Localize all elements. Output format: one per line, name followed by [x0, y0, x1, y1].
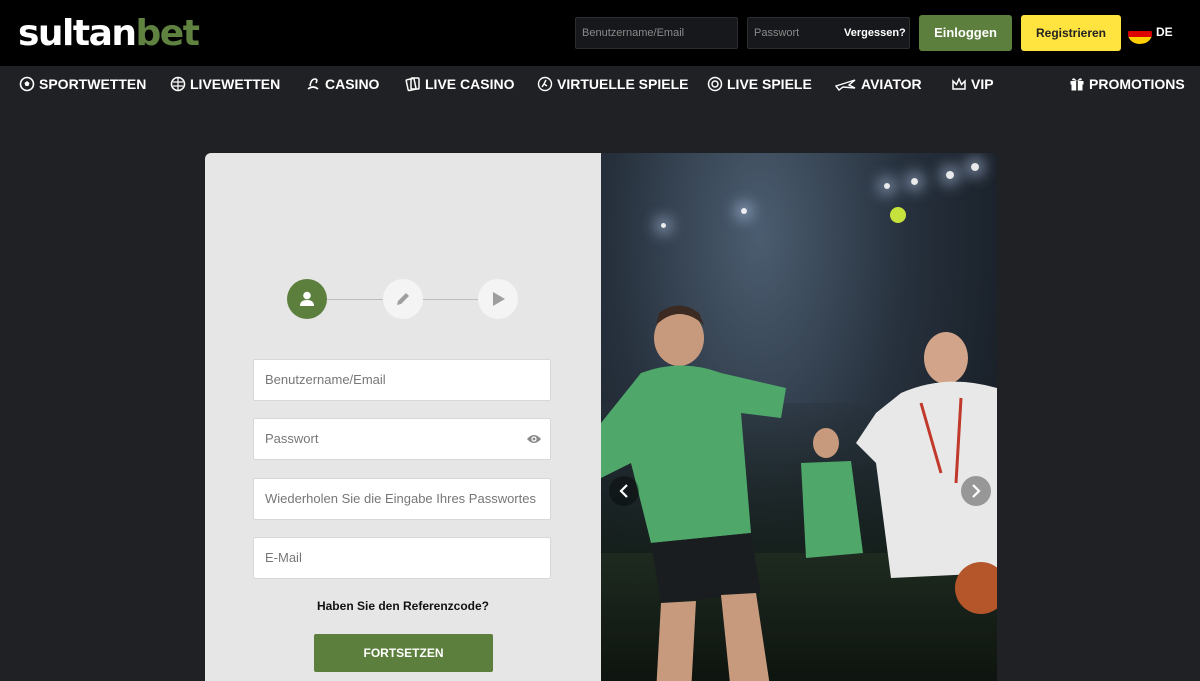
- nav-item-label: CASINO: [325, 76, 380, 92]
- password-input[interactable]: Passwort: [253, 418, 551, 460]
- username-email-input[interactable]: Benutzername/Email: [253, 359, 551, 401]
- live-ball-icon: [170, 69, 186, 92]
- promo-slider: [601, 153, 997, 681]
- nav-item-promotions[interactable]: PROMOTIONS: [1069, 66, 1185, 102]
- play-icon: [493, 292, 505, 306]
- stadium-light: [971, 163, 979, 171]
- nav-item-virtuelle-spiele[interactable]: VIRTUELLE SPIELE: [537, 66, 688, 102]
- nav-item-sportwetten[interactable]: SPORTWETTEN: [19, 66, 146, 102]
- nav-item-aviator[interactable]: AVIATOR: [834, 66, 922, 102]
- stadium-light: [884, 183, 890, 189]
- runner-icon: [537, 69, 553, 92]
- eye-icon[interactable]: [526, 432, 542, 446]
- user-icon: [300, 291, 314, 306]
- sultanbet-logo[interactable]: sultanbet: [18, 12, 200, 56]
- nav-item-label: LIVEWETTEN: [190, 76, 281, 92]
- referral-code-link[interactable]: Haben Sie den Referenzcode?: [205, 599, 601, 613]
- step-start: [478, 279, 518, 319]
- stadium-light: [661, 223, 666, 228]
- player-head: [813, 428, 839, 458]
- step-account: [287, 279, 327, 319]
- registration-card: Benutzername/Email Passwort Wiederholen …: [205, 153, 997, 681]
- player-head: [924, 332, 968, 384]
- soccer-ball-icon: [19, 69, 35, 92]
- chevron-right-icon: [972, 484, 981, 498]
- top-header: sultanbet Benutzername/Email Passwort Ve…: [0, 0, 1200, 66]
- nav-item-label: VIP: [971, 76, 994, 92]
- main-navigation: SPORTWETTEN LIVEWETTEN CASINO LIVE CASIN…: [0, 66, 1200, 102]
- casino-chip-icon: [305, 69, 321, 90]
- login-button[interactable]: Einloggen: [919, 15, 1012, 51]
- stadium-light: [741, 208, 747, 214]
- gift-icon: [1069, 69, 1085, 91]
- nav-item-label: LIVE SPIELE: [727, 76, 812, 92]
- athletes-illustration: [601, 305, 997, 681]
- nav-item-vip[interactable]: VIP: [951, 66, 994, 102]
- nav-item-label: LIVE CASINO: [425, 76, 515, 92]
- player-shorts: [651, 533, 761, 603]
- germany-flag-icon: [1128, 24, 1152, 44]
- crown-icon: [951, 69, 967, 90]
- nav-item-label: VIRTUELLE SPIELE: [557, 76, 689, 92]
- email-input[interactable]: E-Mail: [253, 537, 551, 579]
- nav-item-livewetten[interactable]: LIVEWETTEN: [170, 66, 280, 102]
- registration-steps: [287, 279, 519, 321]
- slider-next-button[interactable]: [961, 476, 991, 506]
- stadium-light: [911, 178, 918, 185]
- nav-item-live-casino[interactable]: LIVE CASINO: [405, 66, 514, 102]
- registration-form: Benutzername/Email Passwort Wiederholen …: [205, 153, 601, 681]
- player-legs: [656, 593, 770, 681]
- nav-item-casino[interactable]: CASINO: [305, 66, 379, 102]
- nav-item-live-spiele[interactable]: LIVE SPIELE: [707, 66, 812, 102]
- nav-item-label: SPORTWETTEN: [39, 76, 147, 92]
- player-green-shirt: [601, 365, 786, 543]
- cards-icon: [405, 69, 421, 92]
- stadium-light: [946, 171, 954, 179]
- slider-prev-button[interactable]: [609, 476, 639, 506]
- header-username-input[interactable]: Benutzername/Email: [575, 17, 738, 49]
- register-button[interactable]: Registrieren: [1021, 15, 1121, 51]
- nav-item-label: PROMOTIONS: [1089, 76, 1185, 92]
- password-placeholder: Passwort: [265, 431, 319, 446]
- pencil-icon: [397, 293, 409, 305]
- forgot-password-link[interactable]: Vergessen?: [844, 17, 906, 49]
- chevron-left-icon: [619, 484, 628, 498]
- password-repeat-input[interactable]: Wiederholen Sie die Eingabe Ihres Passwo…: [253, 478, 551, 520]
- language-code: DE: [1156, 25, 1173, 39]
- live-games-icon: [707, 69, 723, 92]
- logo-text-primary: sultan: [18, 13, 137, 54]
- nav-item-label: AVIATOR: [861, 76, 922, 92]
- player-green-shirt: [801, 461, 863, 558]
- step-connector: [327, 299, 383, 300]
- continue-button[interactable]: FORTSETZEN: [314, 634, 493, 672]
- logo-text-accent: bet: [135, 13, 200, 54]
- plane-icon: [834, 69, 857, 91]
- tennis-ball: [890, 207, 906, 223]
- step-connector: [423, 299, 478, 300]
- step-details: [383, 279, 423, 319]
